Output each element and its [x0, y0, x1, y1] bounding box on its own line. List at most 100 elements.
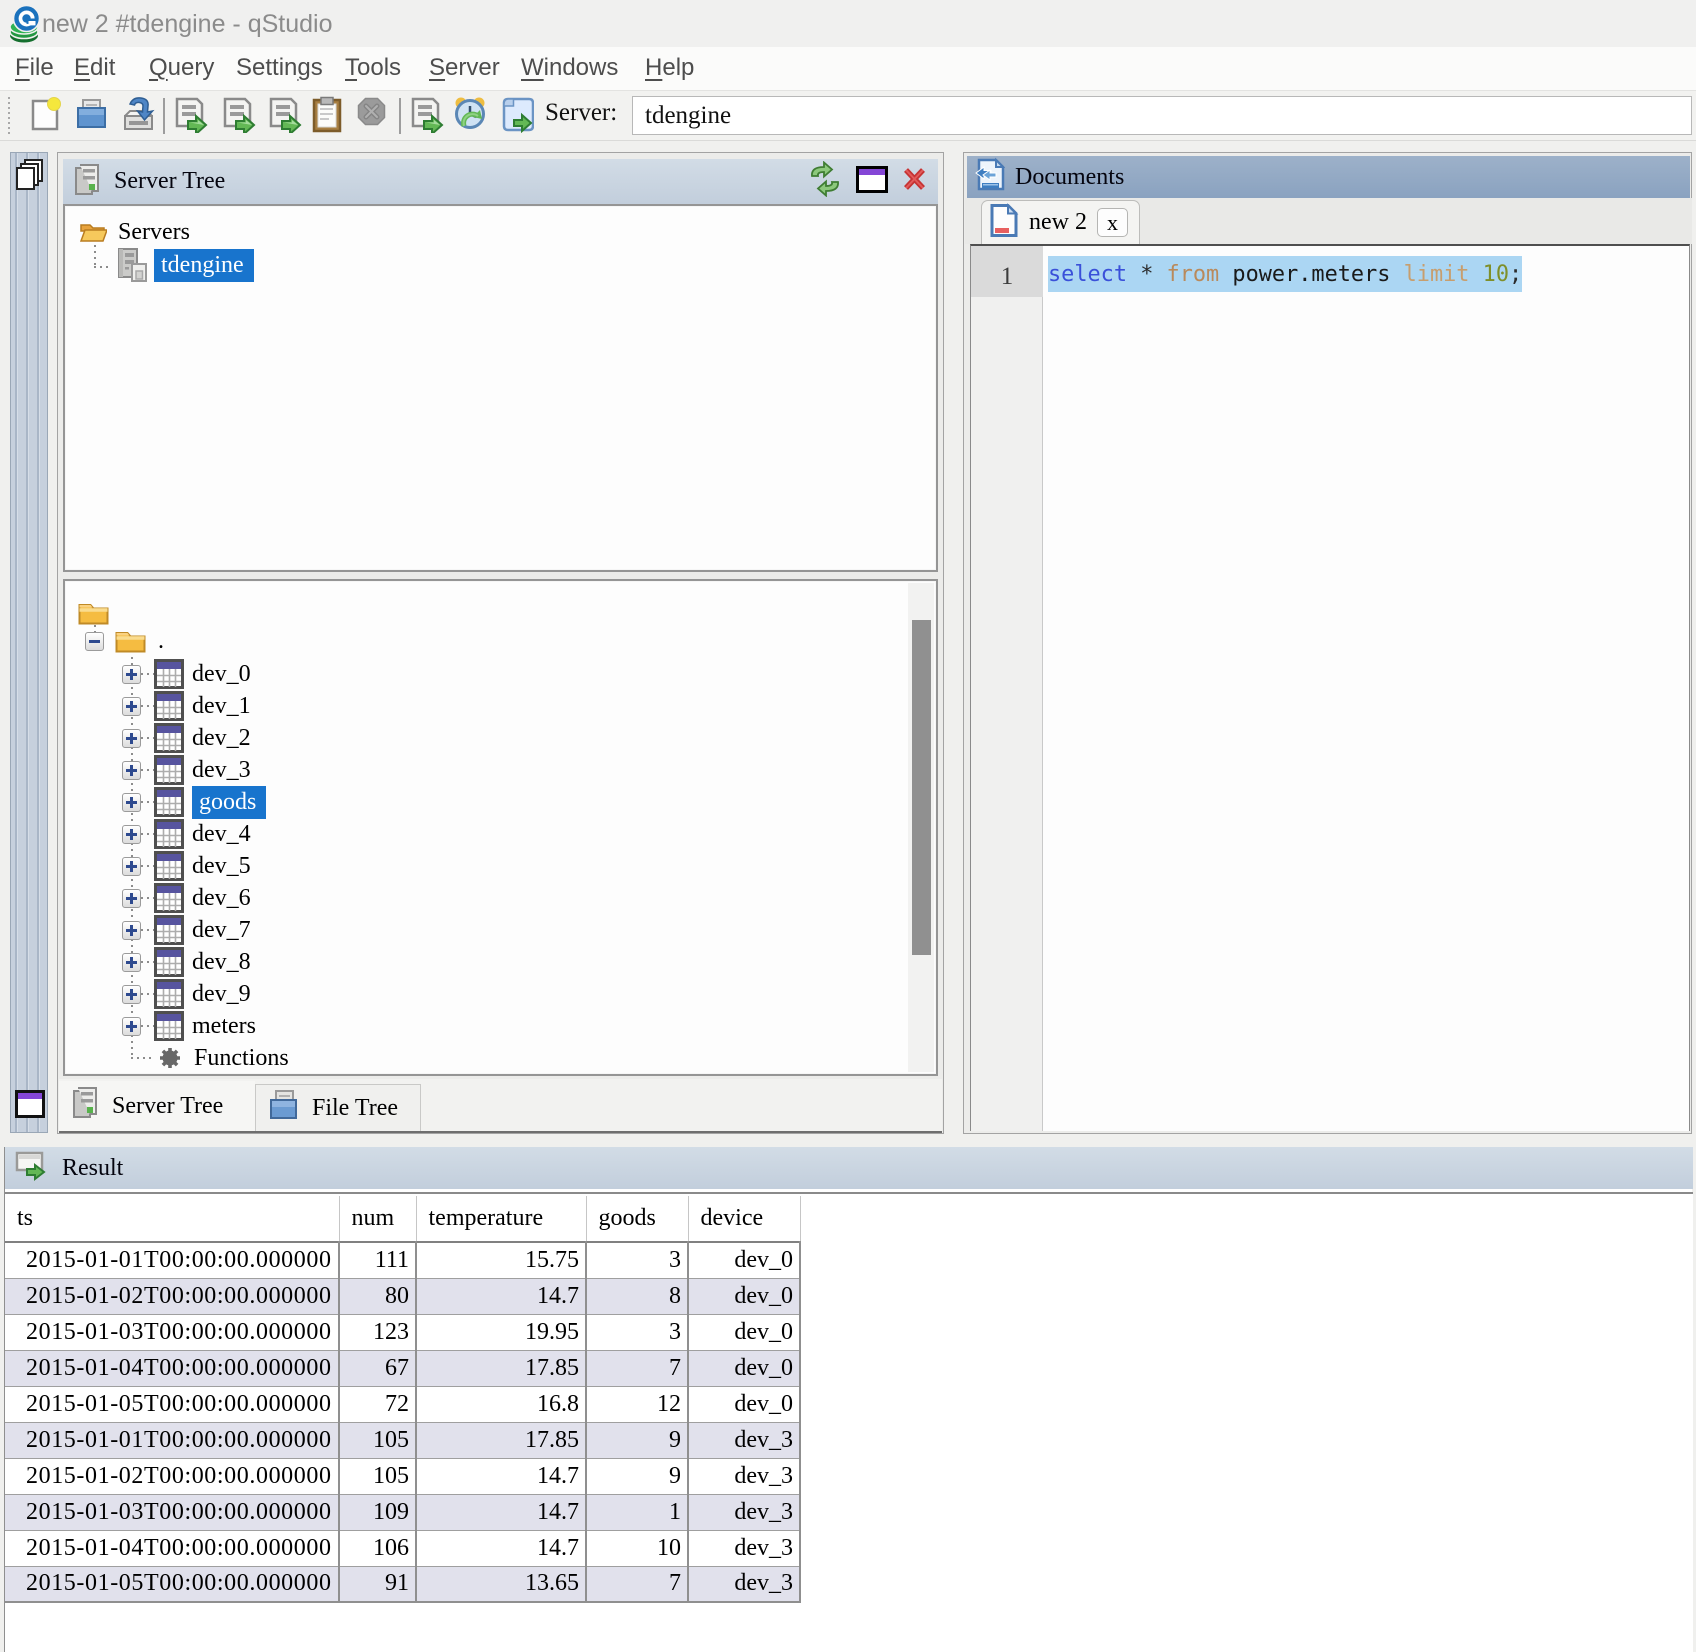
tree-node-dev_4[interactable]: dev_4 — [122, 818, 251, 850]
toolbar-drag-handle[interactable] — [7, 97, 11, 135]
column-header-num[interactable]: num — [339, 1196, 416, 1242]
menu-tools[interactable]: Tools — [345, 54, 401, 82]
run-file-button[interactable] — [410, 96, 444, 138]
sql-code-line[interactable]: select * from power.meters limit 10; — [1048, 256, 1522, 292]
tab-new-2[interactable]: new 2 x — [981, 200, 1140, 244]
menu-edit[interactable]: Edit — [74, 54, 115, 82]
menu-file[interactable]: File — [15, 54, 54, 82]
table-row[interactable]: 2015-01-02T00:00:00.00000010514.79dev_3 — [5, 1458, 800, 1494]
result-table[interactable]: tsnumtemperaturegoodsdevice 2015-01-01T0… — [5, 1196, 801, 1603]
expand-expander[interactable] — [122, 953, 141, 972]
schema-tree-scrollbar[interactable] — [908, 583, 934, 1072]
column-header-ts[interactable]: ts — [5, 1196, 339, 1242]
gear-icon — [158, 1046, 182, 1070]
expand-expander[interactable] — [122, 857, 141, 876]
expand-expander[interactable] — [122, 825, 141, 844]
tree-node-dev_0[interactable]: dev_0 — [122, 658, 251, 690]
table-cell: 19.95 — [416, 1314, 586, 1350]
column-header-temperature[interactable]: temperature — [416, 1196, 586, 1242]
expand-expander[interactable] — [122, 1017, 141, 1036]
expand-expander[interactable] — [122, 921, 141, 940]
window-title: new 2 #tdengine - qStudio — [42, 10, 333, 39]
expand-expander[interactable] — [122, 665, 141, 684]
refresh-icon[interactable] — [807, 161, 843, 202]
tree-node-dev_1[interactable]: dev_1 — [122, 690, 251, 722]
menu-windows[interactable]: Windows — [521, 54, 618, 82]
column-header-goods[interactable]: goods — [586, 1196, 688, 1242]
menu-help[interactable]: Help — [645, 54, 694, 82]
scrollbar-thumb[interactable] — [912, 620, 931, 955]
table-row[interactable]: 2015-01-04T00:00:00.0000006717.857dev_0 — [5, 1350, 800, 1386]
tree-connector — [141, 673, 154, 675]
tree-connector — [141, 929, 154, 931]
table-row[interactable]: 2015-01-03T00:00:00.00000010914.71dev_3 — [5, 1494, 800, 1530]
menu-server[interactable]: Server — [429, 54, 500, 82]
expand-expander[interactable] — [122, 985, 141, 1004]
tab-close-button[interactable]: x — [1097, 208, 1128, 237]
table-cell: 14.7 — [416, 1494, 586, 1530]
minimized-window-icon[interactable] — [14, 1089, 46, 1124]
tree-node-dev_3[interactable]: dev_3 — [122, 754, 251, 786]
server-tree-panel: Server Tree Servers — [57, 152, 944, 1134]
expand-expander[interactable] — [122, 793, 141, 812]
tree-node-tdengine[interactable]: tdengine — [114, 246, 254, 285]
restore-window-icon[interactable] — [856, 166, 888, 198]
tree-node-meters[interactable]: meters — [122, 1010, 256, 1042]
title-bar: new 2 #tdengine - qStudio — [0, 0, 1696, 47]
tree-node-servers[interactable]: Servers — [79, 216, 190, 248]
documents-icon — [974, 157, 1005, 197]
expand-expander[interactable] — [122, 889, 141, 908]
server-input[interactable] — [632, 96, 1692, 135]
table-row[interactable]: 2015-01-03T00:00:00.00000012319.953dev_0 — [5, 1314, 800, 1350]
folder-closed-icon — [114, 628, 147, 654]
table-cell: 123 — [339, 1314, 416, 1350]
table-row[interactable]: 2015-01-04T00:00:00.00000010614.710dev_3 — [5, 1530, 800, 1566]
stacked-windows-icon[interactable] — [14, 158, 46, 197]
expand-expander[interactable] — [122, 761, 141, 780]
table-row[interactable]: 2015-01-01T00:00:00.00000010517.859dev_3 — [5, 1422, 800, 1458]
schema-tree: . dev_0 dev_1 dev_2 — [63, 579, 938, 1076]
tree-node-dev_2[interactable]: dev_2 — [122, 722, 251, 754]
open-file-button[interactable] — [76, 96, 108, 137]
table-row[interactable]: 2015-01-05T00:00:00.0000007216.812dev_0 — [5, 1386, 800, 1422]
run-query-button[interactable] — [174, 96, 208, 138]
refresh-query-button[interactable] — [452, 96, 488, 138]
close-panel-icon[interactable] — [901, 166, 928, 197]
run-selection-button[interactable] — [268, 96, 302, 138]
paste-button[interactable] — [311, 96, 343, 138]
expand-expander[interactable] — [122, 729, 141, 748]
server-tree-header: Server Tree — [63, 159, 938, 204]
server-db-icon — [114, 246, 153, 285]
tree-node-goods[interactable]: goods — [122, 786, 266, 818]
tree-node-dev_5[interactable]: dev_5 — [122, 850, 251, 882]
sql-editor[interactable]: 1 select * from power.meters limit 10; — [970, 244, 1690, 1131]
table-cell: 12 — [586, 1386, 688, 1422]
tree-node-functions[interactable]: Functions — [158, 1042, 289, 1074]
tab-server-tree[interactable]: Server Tree — [59, 1081, 255, 1131]
menu-query[interactable]: Query — [149, 54, 214, 82]
tree-node-dot[interactable]: . — [85, 625, 164, 657]
stop-button[interactable] — [356, 96, 387, 133]
run-script-button[interactable] — [500, 96, 534, 138]
server-page-icon — [71, 1085, 100, 1127]
tree-node-dev_6[interactable]: dev_6 — [122, 882, 251, 914]
save-button[interactable] — [122, 96, 155, 138]
table-row[interactable]: 2015-01-05T00:00:00.0000009113.657dev_3 — [5, 1566, 800, 1602]
collapse-expander[interactable] — [85, 632, 104, 651]
table-row[interactable]: 2015-01-02T00:00:00.0000008014.78dev_0 — [5, 1278, 800, 1314]
table-cell: 2015-01-03T00:00:00.000000 — [5, 1494, 339, 1530]
expand-expander[interactable] — [122, 697, 141, 716]
tree-node-dev_9[interactable]: dev_9 — [122, 978, 251, 1010]
tab-file-tree-label: File Tree — [312, 1095, 398, 1122]
column-header-device[interactable]: device — [688, 1196, 800, 1242]
new-file-button[interactable] — [31, 96, 61, 137]
table-row[interactable]: 2015-01-01T00:00:00.00000011115.753dev_0 — [5, 1242, 800, 1278]
tree-node-dev_8[interactable]: dev_8 — [122, 946, 251, 978]
table-cell: 105 — [339, 1458, 416, 1494]
menu-settings[interactable]: Settings — [236, 54, 323, 82]
run-line-button[interactable] — [222, 96, 256, 138]
tree-node-dev_7[interactable]: dev_7 — [122, 914, 251, 946]
tree-node-dev_4-label: dev_4 — [192, 821, 251, 848]
table-cell: 14.7 — [416, 1458, 586, 1494]
tab-file-tree[interactable]: File Tree — [255, 1084, 421, 1131]
